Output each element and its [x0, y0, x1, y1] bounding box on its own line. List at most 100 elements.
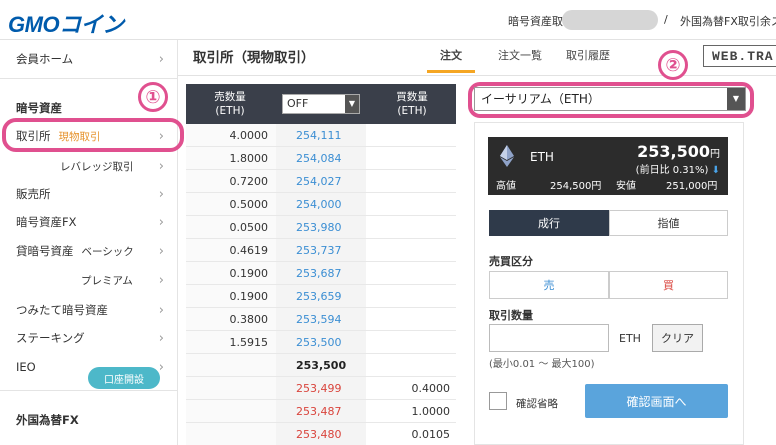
ticker-symbol: ETH — [530, 150, 554, 164]
quantity-hint: (最小0.01 〜 最大100) — [489, 359, 595, 370]
mid-price-row: 253,500 — [186, 354, 456, 377]
ticker-price: 253,500円 — [637, 142, 720, 161]
sidebar-item-lending-premium[interactable]: プレミアム › — [0, 266, 178, 294]
ask-qty: 1.5915 — [229, 336, 269, 349]
ask-qty: 4.0000 — [229, 129, 269, 142]
sidebar-item-member-home[interactable]: 会員ホーム › — [0, 45, 178, 73]
ask-row[interactable]: 4.0000 254,111 — [186, 124, 456, 147]
ask-price: 254,027 — [296, 175, 342, 188]
order-book-header: 売数量 (ETH) OFF ▼ 買数量 (ETH) — [186, 84, 456, 124]
arrow-down-icon: ⬇ — [711, 165, 720, 176]
clear-button[interactable]: クリア — [652, 324, 703, 352]
ask-row[interactable]: 0.5000 254,000 — [186, 193, 456, 216]
ask-price: 253,500 — [296, 336, 342, 349]
sidebar-item-label: レバレッジ取引 — [60, 160, 134, 173]
header-label: 買数量 — [396, 91, 428, 103]
divider — [0, 390, 178, 391]
tab-order[interactable]: 注文 — [440, 47, 462, 63]
ask-row[interactable]: 1.8000 254,084 — [186, 147, 456, 170]
bid-row[interactable]: 253,487 1.0000 — [186, 400, 456, 423]
sidebar-item-label: 貸暗号資産 — [16, 244, 74, 258]
dropdown-arrow-icon: ▼ — [727, 88, 745, 110]
ask-qty: 0.1900 — [229, 267, 269, 280]
ask-qty: 0.5000 — [229, 198, 269, 211]
price-unit: 円 — [710, 149, 720, 160]
quantity-label: 取引数量 — [489, 309, 533, 322]
sidebar-item-tsumitate[interactable]: つみたて暗号資産 › — [0, 296, 178, 324]
active-tab-indicator — [427, 70, 475, 73]
bid-qty: 0.0105 — [411, 428, 451, 441]
skip-confirm-label: 確認省略 — [516, 398, 558, 410]
order-type-market-button[interactable]: 成行 — [489, 210, 609, 236]
sidebar-item-label: つみたて暗号資産 — [16, 303, 108, 317]
chevron-right-icon: › — [158, 158, 164, 174]
ask-row[interactable]: 0.0500 253,980 — [186, 216, 456, 239]
logo-latin: GMO — [8, 12, 60, 37]
sidebar-item-lending-basic[interactable]: 貸暗号資産 ベーシック › — [0, 237, 178, 265]
ask-row[interactable]: 0.7200 254,027 — [186, 170, 456, 193]
buy-button[interactable]: 買 — [609, 271, 728, 299]
gmo-coin-logo[interactable]: GMOコイン — [8, 7, 124, 39]
price-group-select[interactable]: OFF ▼ — [282, 94, 360, 114]
change-text: (前日比 0.31%) — [635, 165, 709, 176]
ask-price: 254,084 — [296, 152, 342, 165]
tab-order-list[interactable]: 注文一覧 — [498, 47, 542, 63]
ask-row[interactable]: 0.1900 253,687 — [186, 262, 456, 285]
price-value: 253,500 — [637, 142, 710, 161]
ask-price: 254,000 — [296, 198, 342, 211]
sidebar-item-sublabel: ベーシック — [81, 245, 134, 258]
ask-row[interactable]: 0.3800 253,594 — [186, 308, 456, 331]
ticker-change: (前日比 0.31%) ⬇ — [636, 161, 720, 176]
sell-button[interactable]: 売 — [489, 271, 609, 299]
ask-qty: 1.8000 — [229, 152, 269, 165]
high-label: 高値 — [496, 181, 516, 192]
quantity-unit: ETH — [619, 332, 641, 345]
highlight-exchange-annotation — [2, 118, 184, 152]
symbol-select[interactable]: イーサリアム（ETH） ▼ — [474, 87, 746, 111]
ask-qty: 0.4619 — [229, 244, 269, 257]
select-value: イーサリアム（ETH） — [481, 92, 600, 106]
ask-qty: 0.1900 — [229, 290, 269, 303]
ticker-panel: ETH 253,500円 (前日比 0.31%) ⬇ 高値 254,500円 安… — [488, 137, 728, 195]
order-type-limit-button[interactable]: 指値 — [609, 210, 728, 236]
section-fx-heading: 外国為替FX — [16, 413, 79, 427]
sidebar-item-label: IEO — [16, 360, 36, 374]
header-unit: (ETH) — [215, 105, 245, 117]
side-label: 売買区分 — [489, 255, 533, 268]
open-account-button[interactable]: 口座開設 — [88, 367, 160, 389]
header-redacted-balance — [562, 10, 658, 30]
tab-trade-history[interactable]: 取引履歴 — [566, 47, 610, 63]
sidebar-item-label: 暗号資産FX — [16, 215, 77, 229]
bid-row[interactable]: 253,480 0.0105 — [186, 423, 456, 445]
chevron-right-icon: › — [158, 330, 164, 346]
ask-qty: 0.3800 — [229, 313, 269, 326]
ask-price: 253,659 — [296, 290, 342, 303]
sidebar-item-leverage[interactable]: レバレッジ取引 › — [0, 152, 178, 180]
ask-row[interactable]: 0.1900 253,659 — [186, 285, 456, 308]
ask-price: 253,594 — [296, 313, 342, 326]
bid-price: 253,499 — [296, 382, 342, 395]
select-value: OFF — [287, 97, 309, 110]
webtrader-button[interactable]: WEB.TRA — [703, 45, 776, 67]
chevron-right-icon: › — [158, 186, 164, 202]
sidebar-item-staking[interactable]: ステーキング › — [0, 324, 178, 352]
sidebar-item-label: 販売所 — [16, 187, 51, 201]
bid-row[interactable]: 253,499 0.4000 — [186, 377, 456, 400]
bid-price: 253,487 — [296, 405, 342, 418]
chevron-right-icon: › — [158, 51, 164, 67]
confirm-screen-button[interactable]: 確認画面へ — [585, 384, 728, 418]
quantity-input[interactable] — [489, 324, 609, 352]
ask-row[interactable]: 0.4619 253,737 — [186, 239, 456, 262]
sidebar-item-crypto-fx[interactable]: 暗号資産FX › — [0, 208, 178, 236]
bid-qty: 0.4000 — [411, 382, 451, 395]
bid-price: 253,480 — [296, 428, 342, 441]
buy-qty-header: 買数量 (ETH) — [368, 90, 456, 118]
ask-row[interactable]: 1.5915 253,500 — [186, 331, 456, 354]
skip-confirm-checkbox[interactable] — [489, 392, 507, 410]
annotation-number-two: ② — [658, 50, 688, 80]
order-book: 売数量 (ETH) OFF ▼ 買数量 (ETH) 4.0000 254,111 … — [186, 84, 456, 445]
header-unit: (ETH) — [397, 105, 427, 117]
sidebar-item-sales[interactable]: 販売所 › — [0, 180, 178, 208]
divider — [178, 75, 776, 76]
annotation-number-one: ① — [138, 82, 168, 112]
